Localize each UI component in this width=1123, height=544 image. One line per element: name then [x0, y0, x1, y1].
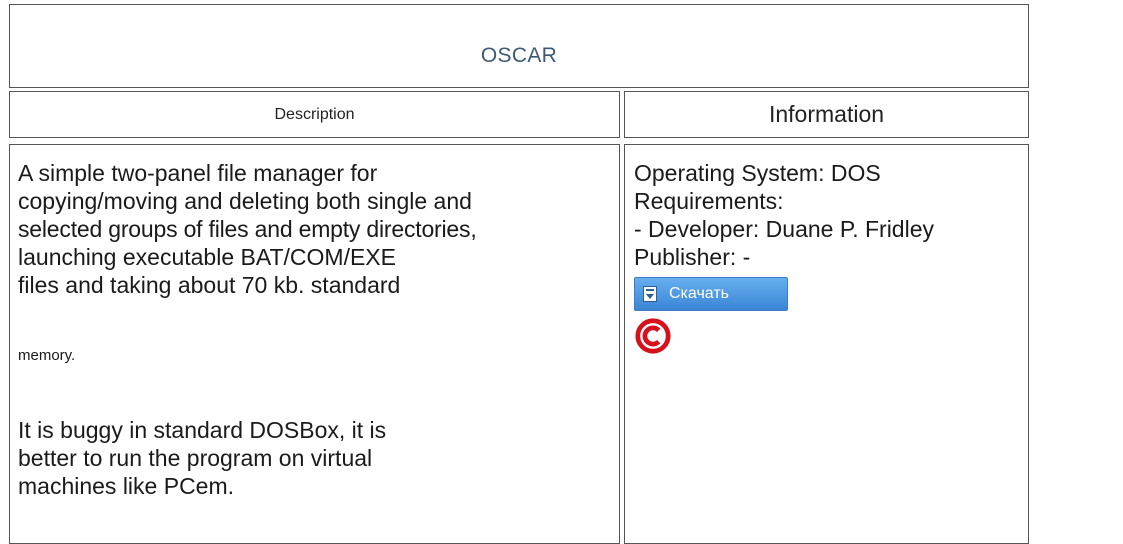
- publisher: Publisher: -: [634, 244, 751, 270]
- note-line: It is buggy in standard DOSBox, it is: [18, 417, 387, 443]
- description-line: A simple two-panel file manager for: [18, 160, 378, 186]
- description-small-text: memory.: [18, 347, 76, 364]
- operating-system: Operating System: DOS: [634, 160, 881, 186]
- description-note: It is buggy in standard DOSBox, it is be…: [18, 416, 619, 500]
- description-paragraph: A simple two-panel file manager for copy…: [18, 159, 619, 299]
- download-button-label: Скачать: [669, 285, 729, 302]
- requirements: Requirements:: [634, 188, 784, 214]
- description-line: files and taking about 70 kb. standard: [18, 272, 401, 298]
- info-list: Operating System: DOS Requirements: - De…: [634, 159, 1028, 271]
- description-header: Description: [9, 91, 620, 138]
- description-line: copying/moving and deleting both single …: [18, 188, 472, 214]
- description-line: selected groups of files and empty direc…: [18, 216, 477, 242]
- description-header-label: Description: [274, 105, 355, 123]
- note-line: machines like PCem.: [18, 473, 235, 499]
- copyright-icon: [634, 311, 1028, 360]
- note-line: better to run the program on virtual: [18, 445, 373, 471]
- information-header: Information: [624, 91, 1029, 138]
- title-cell: OSCAR: [9, 4, 1029, 88]
- page-title: OSCAR: [480, 44, 558, 67]
- description-line: launching executable BAT/COM/EXE: [18, 244, 396, 270]
- information-cell: Operating System: DOS Requirements: - De…: [624, 144, 1029, 544]
- information-header-label: Information: [768, 101, 885, 127]
- download-icon: [643, 286, 657, 302]
- description-cell: A simple two-panel file manager for copy…: [9, 144, 620, 544]
- developer: - Developer: Duane P. Fridley: [634, 216, 934, 242]
- download-button[interactable]: Скачать: [634, 277, 788, 311]
